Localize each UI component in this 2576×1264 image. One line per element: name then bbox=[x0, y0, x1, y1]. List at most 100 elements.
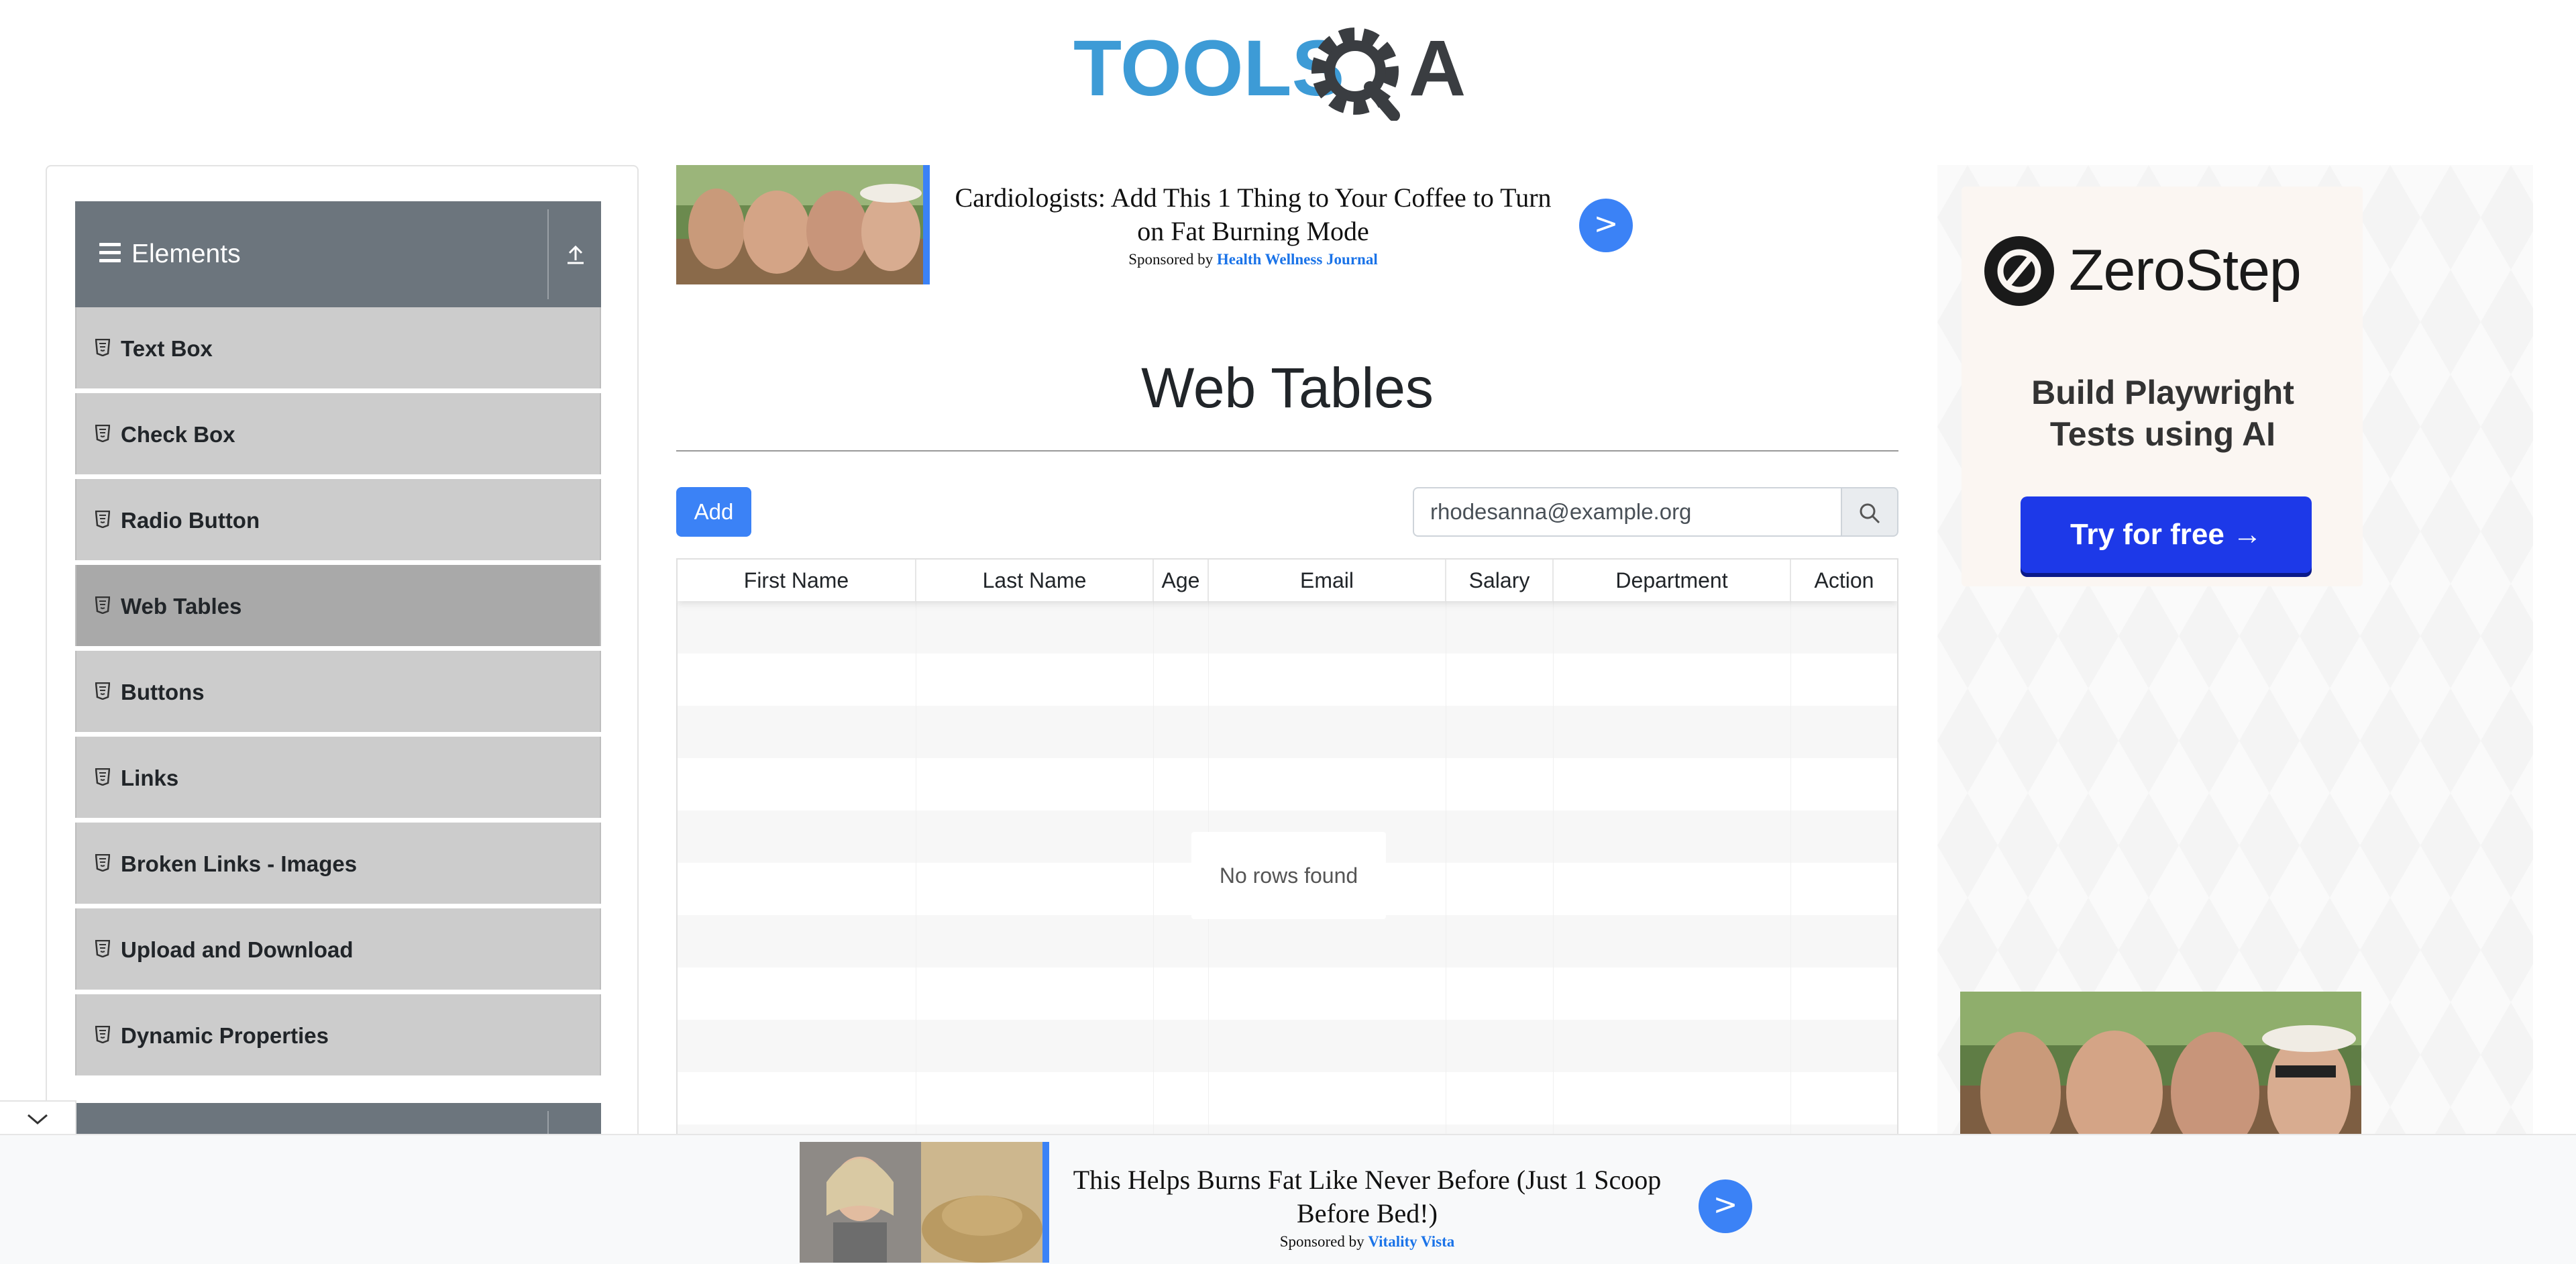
sidebar-item-label: Links bbox=[121, 766, 179, 790]
html5-icon bbox=[95, 854, 110, 872]
menu-icon bbox=[99, 243, 121, 264]
sidebar-item-dynamic-properties[interactable]: Dynamic Properties bbox=[75, 994, 601, 1075]
chevron-down-icon bbox=[28, 1114, 48, 1124]
collapse-up-icon[interactable] bbox=[562, 240, 589, 267]
sidebar-item-upload-and-download[interactable]: Upload and Download bbox=[75, 908, 601, 990]
sidebar-collapse-toggle[interactable] bbox=[0, 1100, 76, 1137]
table-cell bbox=[678, 967, 916, 1020]
sidebar-item-links[interactable]: Links bbox=[75, 737, 601, 818]
html5-icon bbox=[95, 425, 110, 442]
column-header-action[interactable]: Action bbox=[1791, 560, 1897, 601]
search-button[interactable] bbox=[1842, 487, 1898, 537]
search-input[interactable] bbox=[1413, 487, 1842, 537]
zerostep-ad-card[interactable]: ZeroStep Build Playwright Tests using AI… bbox=[1962, 187, 2363, 586]
html5-icon bbox=[95, 682, 110, 700]
sponsor-link[interactable]: Health Wellness Journal bbox=[1217, 251, 1378, 268]
sidebar-item-label: Check Box bbox=[121, 422, 235, 447]
column-header-last-name[interactable]: Last Name bbox=[916, 560, 1154, 601]
table-cell bbox=[1791, 915, 1897, 967]
ad-headline[interactable]: Cardiologists: Add This 1 Thing to Your … bbox=[945, 181, 1562, 248]
sidebar-item-broken-links-images[interactable]: Broken Links - Images bbox=[75, 823, 601, 904]
sidebar-item-radio-button[interactable]: Radio Button bbox=[75, 479, 601, 560]
table-cell bbox=[1554, 1072, 1791, 1124]
table-cell bbox=[1554, 1020, 1791, 1072]
table-cell bbox=[1791, 1072, 1897, 1124]
table-cell bbox=[916, 915, 1154, 967]
html5-icon bbox=[95, 768, 110, 786]
column-header-age[interactable]: Age bbox=[1154, 560, 1209, 601]
table-cell bbox=[1209, 1020, 1446, 1072]
table-cell bbox=[678, 706, 916, 758]
right-advertisement[interactable]: ZeroStep Build Playwright Tests using AI… bbox=[1937, 165, 2533, 1135]
ad-next-button[interactable]: > bbox=[1579, 199, 1633, 252]
table-cell bbox=[1446, 653, 1554, 706]
table-cell bbox=[1446, 1072, 1554, 1124]
logo-text-a: A bbox=[1409, 24, 1466, 113]
search-icon bbox=[1860, 503, 1880, 524]
sidebar-item-label: Buttons bbox=[121, 680, 205, 704]
table-cell bbox=[1554, 915, 1791, 967]
sidebar-item-text-box[interactable]: Text Box bbox=[75, 307, 601, 388]
left-panel: Elements Text Box Check Box Radio Button… bbox=[46, 165, 639, 1139]
sidebar-item-label: Broken Links - Images bbox=[121, 851, 358, 876]
search-box bbox=[1413, 487, 1898, 537]
html5-icon bbox=[95, 339, 110, 356]
table-cell bbox=[916, 706, 1154, 758]
table-cell bbox=[1554, 758, 1791, 810]
group-title: Elements bbox=[131, 240, 241, 268]
table-cell bbox=[1791, 758, 1897, 810]
column-header-email[interactable]: Email bbox=[1209, 560, 1446, 601]
sidebar-item-web-tables[interactable]: Web Tables bbox=[75, 565, 601, 646]
html5-icon bbox=[95, 596, 110, 614]
table-cell bbox=[678, 1020, 916, 1072]
sidebar-item-label: Dynamic Properties bbox=[121, 1023, 329, 1048]
logo-text-tools: TOOLS bbox=[1073, 24, 1344, 113]
ad-headline[interactable]: This Helps Burns Fat Like Never Before (… bbox=[1065, 1163, 1669, 1230]
sponsor-link[interactable]: Vitality Vista bbox=[1368, 1233, 1454, 1250]
table-cell bbox=[1446, 915, 1554, 967]
group-header-elements[interactable]: Elements bbox=[75, 201, 601, 307]
zerostep-brand: ZeroStep bbox=[2069, 238, 2302, 303]
sidebar-item-label: Radio Button bbox=[121, 508, 260, 533]
ad-photo[interactable] bbox=[1960, 992, 2361, 1135]
column-header-salary[interactable]: Salary bbox=[1446, 560, 1554, 601]
column-header-first-name[interactable]: First Name bbox=[678, 560, 916, 601]
table-cell bbox=[1791, 653, 1897, 706]
table-cell bbox=[1446, 706, 1554, 758]
toolsqa-logo[interactable]: TOOLS A bbox=[1073, 20, 1509, 121]
ad-next-button[interactable]: > bbox=[1699, 1179, 1752, 1233]
table-cell bbox=[1154, 758, 1209, 810]
tagline-line: Build Playwright bbox=[2031, 374, 2294, 411]
page-title: Web Tables bbox=[1141, 356, 1434, 419]
bottom-advertisement[interactable]: This Helps Burns Fat Like Never Before (… bbox=[800, 1142, 1752, 1263]
ad-photo bbox=[800, 1142, 1049, 1263]
web-table: First Name Last Name Age Email Salary De… bbox=[676, 558, 1898, 1135]
table-cell bbox=[1446, 863, 1554, 915]
table-cell bbox=[916, 967, 1154, 1020]
table-cell bbox=[916, 653, 1154, 706]
table-cell bbox=[1791, 967, 1897, 1020]
add-button[interactable]: Add bbox=[676, 487, 751, 537]
column-header-department[interactable]: Department bbox=[1554, 560, 1791, 601]
table-row bbox=[678, 653, 1897, 706]
table-cell bbox=[1554, 967, 1791, 1020]
try-for-free-button[interactable]: Try for free → bbox=[2021, 496, 2312, 573]
table-cell bbox=[678, 601, 916, 653]
table-cell bbox=[1209, 706, 1446, 758]
table-cell bbox=[678, 758, 916, 810]
tagline-line: Tests using AI bbox=[2049, 415, 2276, 453]
table-cell bbox=[1791, 601, 1897, 653]
top-advertisement[interactable]: Cardiologists: Add This 1 Thing to Your … bbox=[676, 165, 1635, 284]
ad-sponsor-line: Sponsored by Health Wellness Journal bbox=[945, 251, 1562, 268]
table-cell bbox=[1554, 653, 1791, 706]
zerostep-logo-icon bbox=[1984, 236, 2054, 306]
table-cell bbox=[1209, 967, 1446, 1020]
sidebar-item-check-box[interactable]: Check Box bbox=[75, 393, 601, 474]
sidebar-item-label: Upload and Download bbox=[121, 937, 354, 962]
ad-sponsor-line: Sponsored by Vitality Vista bbox=[1065, 1233, 1669, 1251]
table-cell bbox=[1791, 863, 1897, 915]
sidebar-item-label: Web Tables bbox=[121, 594, 242, 619]
sidebar-item-buttons[interactable]: Buttons bbox=[75, 651, 601, 732]
table-row bbox=[678, 1020, 1897, 1072]
table-cell bbox=[1209, 1072, 1446, 1124]
